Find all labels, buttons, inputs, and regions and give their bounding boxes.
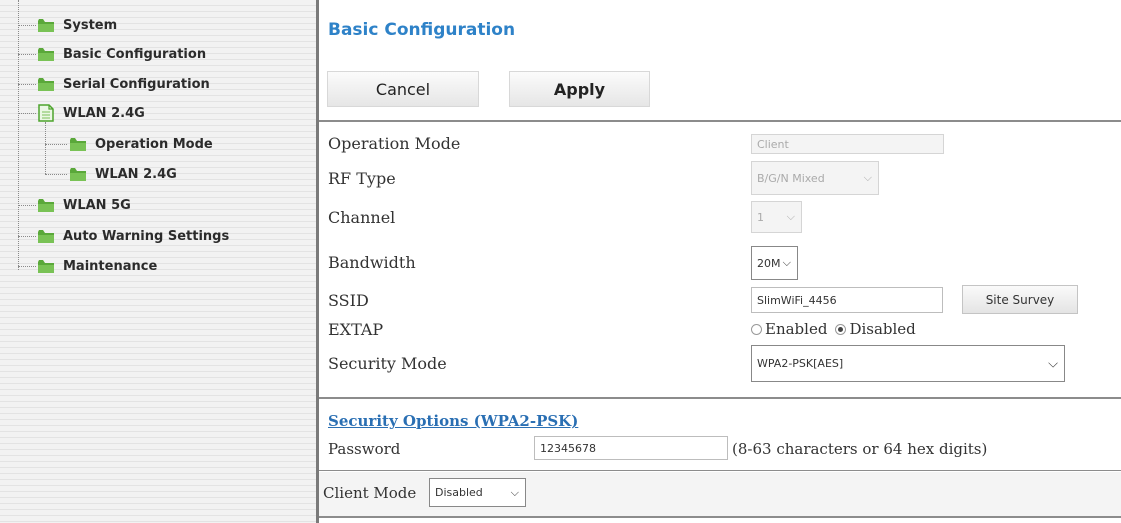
channel-label: Channel <box>328 208 396 227</box>
main-panel: Basic Configuration Cancel Apply Operati… <box>319 0 1121 523</box>
tree-line <box>18 84 36 85</box>
ssid-label: SSID <box>328 291 369 310</box>
extap-label: EXTAP <box>328 320 384 339</box>
folder-icon <box>38 229 54 243</box>
divider <box>319 397 1121 399</box>
extap-enabled-label: Enabled <box>765 320 828 338</box>
client-mode-select[interactable]: Disabled ⌵ <box>429 478 526 507</box>
cancel-button[interactable]: Cancel <box>327 71 479 107</box>
sidebar-item-label: Operation Mode <box>95 136 213 152</box>
tree-line <box>18 266 36 267</box>
folder-icon <box>70 137 86 151</box>
ssid-value: SlimWiFi_4456 <box>757 293 837 307</box>
chevron-down-icon: ⌵ <box>510 485 519 499</box>
chevron-down-icon: ⌵ <box>782 256 791 269</box>
divider <box>319 120 1121 122</box>
extap-disabled-label: Disabled <box>849 320 916 338</box>
tree-line <box>18 236 36 237</box>
folder-icon <box>38 18 54 32</box>
tree-line <box>45 144 67 145</box>
sidebar-item-basic-configuration[interactable]: Basic Configuration <box>38 43 206 65</box>
sidebar-item-wlan-5g[interactable]: WLAN 5G <box>38 194 131 216</box>
operation-mode-value: Client <box>757 137 789 151</box>
tree-line <box>18 205 36 206</box>
sidebar-item-label: Auto Warning Settings <box>63 228 230 244</box>
sidebar-item-serial-configuration[interactable]: Serial Configuration <box>38 73 210 95</box>
operation-mode-field: Client <box>751 134 944 154</box>
bandwidth-value: 20M <box>757 256 781 270</box>
tree-line <box>18 25 36 26</box>
client-mode-value: Disabled <box>435 486 483 499</box>
extap-disabled-radio[interactable] <box>835 323 847 335</box>
chevron-down-icon: ⌵ <box>786 210 795 223</box>
divider <box>319 516 1121 518</box>
bandwidth-select[interactable]: 20M ⌵ <box>751 246 798 280</box>
tree-line <box>18 0 19 270</box>
sidebar-item-label: Maintenance <box>63 258 158 274</box>
divider <box>319 470 1121 471</box>
sidebar: System Basic Configuration Serial Config… <box>0 0 318 523</box>
apply-button[interactable]: Apply <box>509 71 650 107</box>
bandwidth-label: Bandwidth <box>328 253 416 272</box>
password-value: 12345678 <box>540 441 596 455</box>
channel-value: 1 <box>757 210 764 224</box>
folder-icon <box>38 47 54 61</box>
extap-radio-group: Enabled Disabled <box>751 320 916 338</box>
sidebar-item-system[interactable]: System <box>38 14 117 36</box>
sidebar-item-auto-warning-settings[interactable]: Auto Warning Settings <box>38 225 229 247</box>
sidebar-item-label: Serial Configuration <box>63 76 210 92</box>
folder-icon <box>38 198 54 212</box>
password-hint: (8-63 characters or 64 hex digits) <box>732 440 988 458</box>
folder-icon <box>38 77 54 91</box>
password-input[interactable]: 12345678 <box>534 436 728 460</box>
document-icon <box>38 104 54 122</box>
extap-enabled-radio[interactable] <box>751 323 762 335</box>
operation-mode-label: Operation Mode <box>328 134 461 153</box>
page-title: Basic Configuration <box>328 20 516 40</box>
tree-line <box>45 122 46 174</box>
client-mode-label: Client Mode <box>323 484 417 502</box>
rf-type-label: RF Type <box>328 169 396 188</box>
security-mode-value: WPA2-PSK[AES] <box>757 357 844 370</box>
security-options-heading[interactable]: Security Options (WPA2-PSK) <box>328 412 578 430</box>
sidebar-item-label: Basic Configuration <box>63 46 207 62</box>
chevron-down-icon: ⌵ <box>1048 356 1058 371</box>
tree-line <box>18 54 36 55</box>
sidebar-item-label: System <box>63 17 118 33</box>
sidebar-item-wlan-24g[interactable]: WLAN 2.4G <box>38 102 145 124</box>
site-survey-button[interactable]: Site Survey <box>962 285 1078 314</box>
tree-line <box>45 174 67 175</box>
sidebar-item-label: WLAN 2.4G <box>63 105 145 121</box>
rf-type-value: B/G/N Mixed <box>757 171 825 185</box>
ssid-input[interactable]: SlimWiFi_4456 <box>751 287 943 313</box>
sidebar-item-wlan-24g-sub[interactable]: WLAN 2.4G <box>70 163 177 185</box>
folder-icon <box>70 167 86 181</box>
sidebar-item-label: WLAN 2.4G <box>95 166 177 182</box>
sidebar-item-operation-mode[interactable]: Operation Mode <box>70 133 213 155</box>
sidebar-item-maintenance[interactable]: Maintenance <box>38 255 157 277</box>
sidebar-item-label: WLAN 5G <box>63 197 131 213</box>
tree-line <box>18 113 36 114</box>
folder-icon <box>38 259 54 273</box>
security-mode-select[interactable]: WPA2-PSK[AES] ⌵ <box>751 345 1065 382</box>
chevron-down-icon: ⌵ <box>863 171 872 184</box>
channel-select: 1 ⌵ <box>751 201 802 233</box>
password-label: Password <box>328 440 401 458</box>
rf-type-select: B/G/N Mixed ⌵ <box>751 161 879 195</box>
security-mode-label: Security Mode <box>328 354 447 373</box>
